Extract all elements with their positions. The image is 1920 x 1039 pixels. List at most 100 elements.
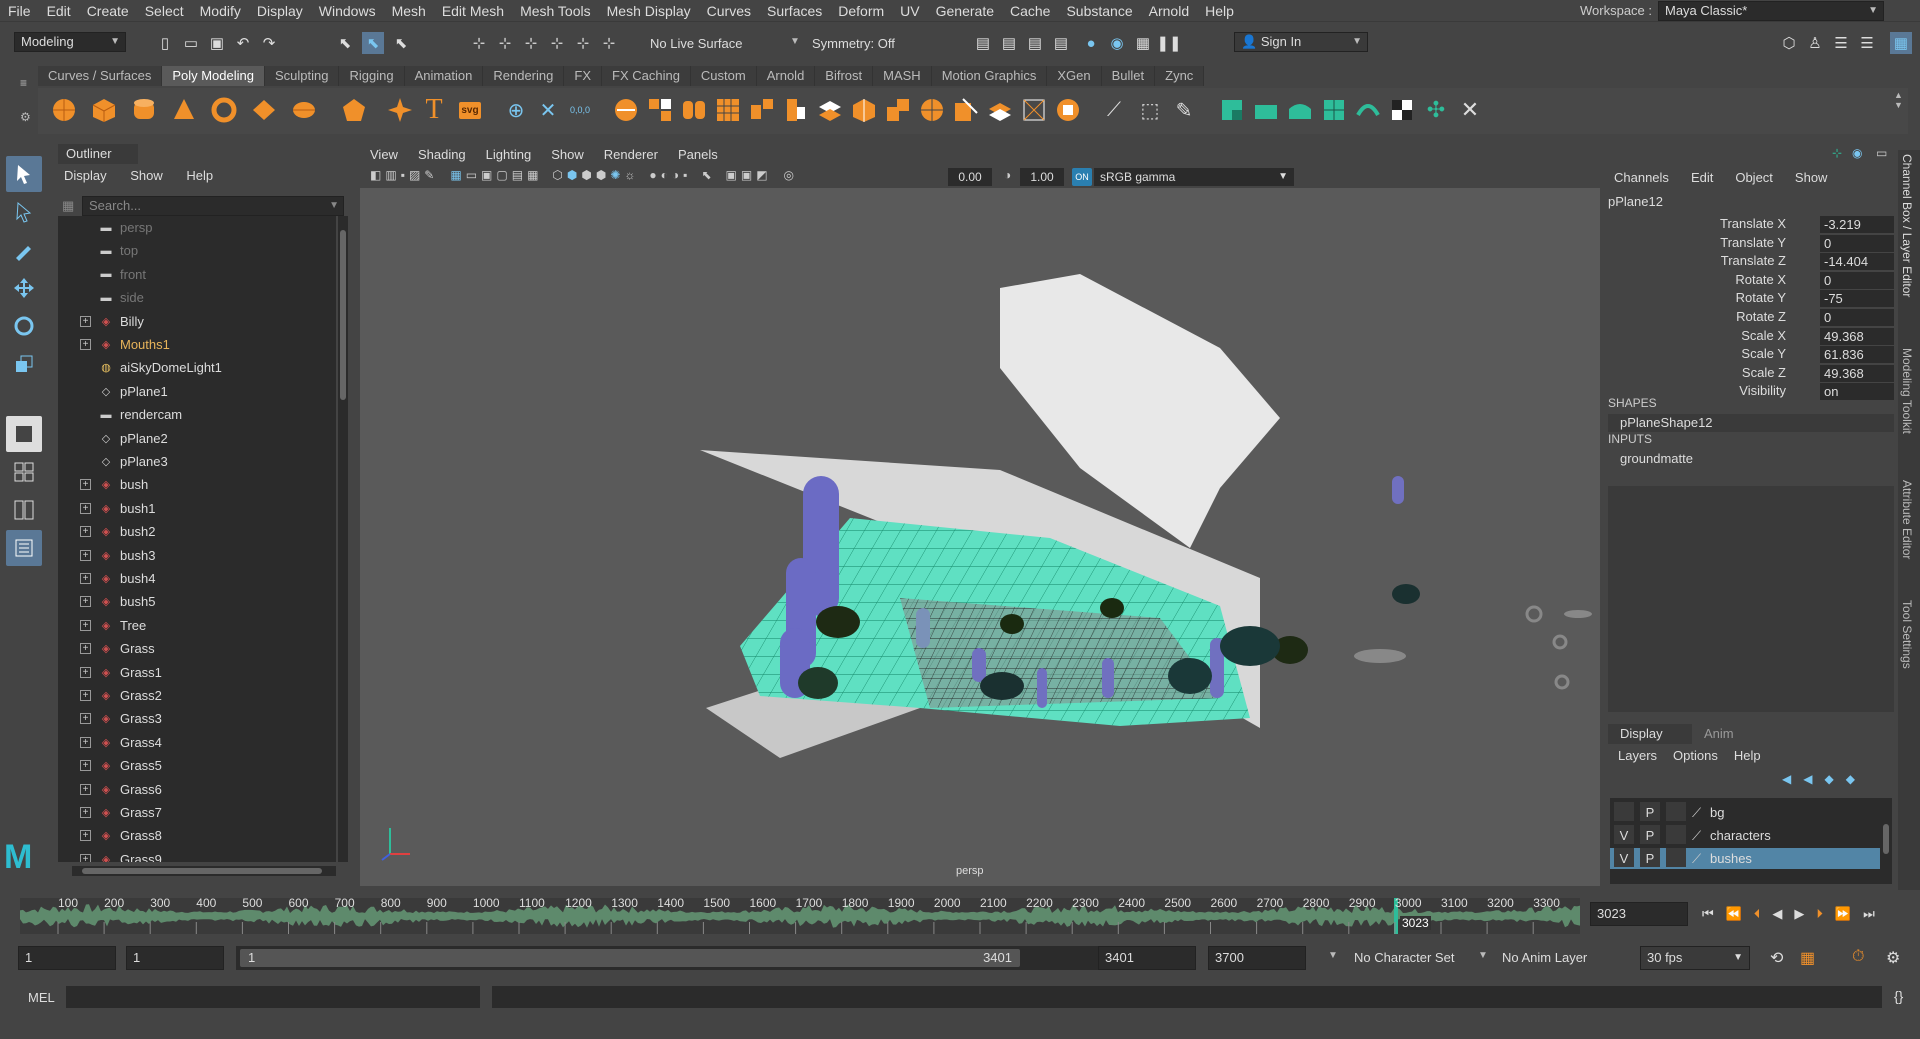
playback-start-field[interactable]: 1: [126, 946, 224, 970]
menu-substance[interactable]: Substance: [1058, 1, 1140, 21]
layer-menu-options[interactable]: Options: [1673, 748, 1718, 763]
channel-row[interactable]: Rotate Z 0: [1606, 309, 1896, 327]
four-view-layout-icon[interactable]: [6, 454, 42, 490]
text-icon[interactable]: T: [418, 94, 450, 126]
outliner-item[interactable]: + ◈ Grass6: [58, 778, 336, 801]
select-component-icon[interactable]: ⬉: [390, 32, 412, 54]
outliner-search-input[interactable]: Search... ▼: [82, 196, 344, 216]
expand-icon[interactable]: +: [80, 526, 91, 538]
sign-in-button[interactable]: 👤 Sign In ▼: [1234, 32, 1368, 52]
field-chart-icon[interactable]: ▤: [512, 168, 523, 182]
lasso-tool-icon[interactable]: [6, 194, 42, 230]
render-settings-icon[interactable]: ▤: [1024, 32, 1046, 54]
use-lights-icon[interactable]: ✺: [610, 168, 620, 182]
separate-icon[interactable]: [644, 94, 676, 126]
outliner-item[interactable]: ▬ top: [58, 239, 336, 262]
outliner-item[interactable]: + ◈ Grass3: [58, 707, 336, 730]
viewport-menu-renderer[interactable]: Renderer: [604, 144, 658, 166]
svg-icon[interactable]: svg: [454, 94, 486, 126]
scale-tool-icon[interactable]: [6, 346, 42, 382]
human-ik-icon[interactable]: ♙: [1804, 32, 1826, 54]
undo-icon[interactable]: ↶: [232, 32, 254, 54]
snap-grid-icon[interactable]: ⊹: [468, 32, 490, 54]
depth-of-field-icon[interactable]: ▪: [683, 168, 687, 182]
outliner-item[interactable]: ▬ persp: [58, 216, 336, 239]
range-slider-handle[interactable]: 1 3401: [240, 949, 1020, 967]
extrude-icon[interactable]: [780, 94, 812, 126]
layer-color-icon[interactable]: ⟋: [1692, 848, 1701, 869]
select-object-icon[interactable]: ⬉: [362, 32, 384, 54]
rotate-tool-icon[interactable]: [6, 308, 42, 344]
freeze-transform-icon[interactable]: 0,0,0: [564, 94, 596, 126]
wireframe-on-shaded-icon[interactable]: ⬢: [581, 168, 591, 182]
menu-cache[interactable]: Cache: [1002, 1, 1058, 21]
tool-settings-icon[interactable]: ☰: [1856, 32, 1878, 54]
gamma-field[interactable]: 1.00: [1020, 168, 1064, 186]
viewport-menu-show[interactable]: Show: [551, 144, 584, 166]
shelf-tab-rendering[interactable]: Rendering: [483, 66, 565, 86]
symmetry-label[interactable]: Symmetry: Off: [812, 36, 895, 51]
play-backwards-icon[interactable]: ◀: [1772, 906, 1782, 922]
outliner-item[interactable]: ◇ pPlane2: [58, 427, 336, 450]
channel-name[interactable]: Translate Y: [1720, 235, 1786, 250]
expand-icon[interactable]: +: [80, 690, 91, 701]
layer-menu-layers[interactable]: Layers: [1618, 748, 1657, 763]
paint-icon[interactable]: ✎: [1168, 94, 1200, 126]
uv-layout-icon[interactable]: [1216, 94, 1248, 126]
channel-value-field[interactable]: on: [1820, 383, 1894, 401]
safe-action-icon[interactable]: ▦: [527, 168, 538, 182]
isolate-select-icon[interactable]: ⬉: [701, 168, 711, 182]
viewport-panel[interactable]: View Shading Lighting Show Renderer Pane…: [360, 144, 1600, 886]
backface-culling-icon[interactable]: ◩: [756, 168, 767, 182]
outliner-item[interactable]: ◇ pPlane1: [58, 380, 336, 403]
camera-attributes-icon[interactable]: ▥: [385, 168, 396, 182]
tab-channel-box-layer-editor[interactable]: Channel Box / Layer Editor: [1900, 154, 1914, 297]
input-name[interactable]: groundmatte: [1608, 450, 1894, 468]
menuset-dropdown[interactable]: Modeling ▼: [14, 32, 126, 52]
shelf-menu-icon[interactable]: ≡: [20, 76, 27, 90]
shelf-tab-custom[interactable]: Custom: [690, 66, 757, 86]
menu-arnold[interactable]: Arnold: [1141, 1, 1197, 21]
outliner-item[interactable]: + ◈ bush: [58, 473, 336, 496]
channel-name[interactable]: Scale Z: [1742, 365, 1786, 380]
gear-icon[interactable]: ⚙: [20, 110, 31, 124]
expand-icon[interactable]: +: [80, 596, 91, 608]
ambient-occlusion-icon[interactable]: ●: [649, 168, 656, 182]
motion-blur-icon[interactable]: ◐: [661, 168, 668, 182]
delete-history-icon[interactable]: ✕: [532, 94, 564, 126]
poly-cube-icon[interactable]: [88, 94, 120, 126]
menu-surfaces[interactable]: Surfaces: [759, 1, 830, 21]
arnold-render-icon[interactable]: ◉: [1106, 32, 1128, 54]
lattice-icon[interactable]: ⬚: [1134, 94, 1166, 126]
viewport-menu-shading[interactable]: Shading: [418, 144, 466, 166]
layer-row[interactable]: V P ⟋ characters: [1610, 825, 1880, 846]
channel-row[interactable]: Scale Y 61.836: [1606, 346, 1896, 364]
shelf-tab-bullet[interactable]: Bullet: [1101, 66, 1156, 86]
animation-start-field[interactable]: 1: [18, 946, 116, 970]
hypershade-icon[interactable]: ▤: [1050, 32, 1072, 54]
exposure-field[interactable]: 0.00: [948, 168, 992, 186]
outliner-item[interactable]: ▬ side: [58, 286, 336, 309]
outliner-item[interactable]: + ◈ Grass: [58, 637, 336, 660]
outliner-item[interactable]: + ◈ Mouths1: [58, 333, 336, 356]
viewport-menu-panels[interactable]: Panels: [678, 144, 718, 166]
layer-playback-toggle[interactable]: P: [1640, 825, 1660, 844]
move-layer-up-icon[interactable]: ◀: [1782, 772, 1791, 786]
tab-display[interactable]: Display: [1608, 724, 1692, 744]
shelf-tab-fx[interactable]: FX: [564, 66, 602, 86]
anim-layer-label[interactable]: No Anim Layer: [1502, 950, 1587, 965]
outliner-item[interactable]: + ◈ bush2: [58, 520, 336, 543]
multi-cut-icon[interactable]: [950, 94, 982, 126]
expand-icon[interactable]: +: [80, 807, 91, 818]
colorspace-dropdown[interactable]: sRGB gamma ▼: [1094, 168, 1294, 186]
channel-value-field[interactable]: 0: [1820, 309, 1894, 326]
bookmark-icon[interactable]: ▪: [401, 168, 405, 182]
ipr-render-icon[interactable]: ▤: [998, 32, 1020, 54]
menu-deform[interactable]: Deform: [830, 1, 892, 21]
poly-torus-icon[interactable]: [208, 94, 240, 126]
channel-name[interactable]: Scale Y: [1741, 346, 1786, 361]
viewport-menu-lighting[interactable]: Lighting: [486, 144, 532, 166]
preferences-icon[interactable]: ⚙: [1886, 948, 1900, 968]
layer-visibility-toggle[interactable]: V: [1614, 825, 1634, 844]
uv-checker-icon[interactable]: [1386, 94, 1418, 126]
